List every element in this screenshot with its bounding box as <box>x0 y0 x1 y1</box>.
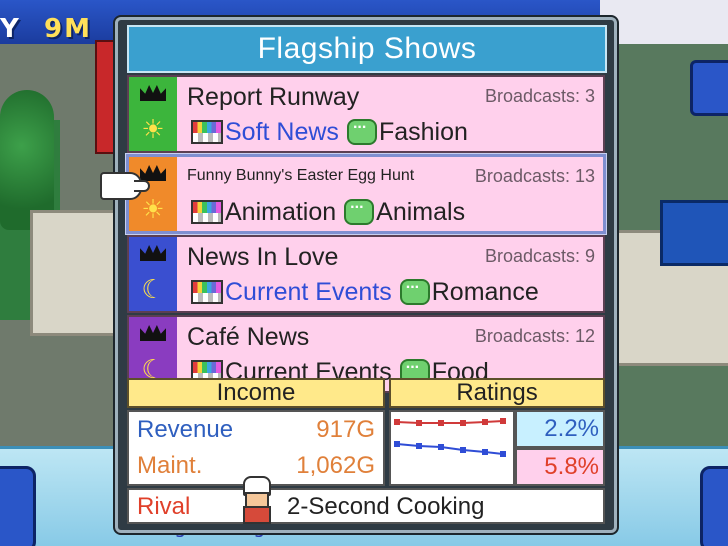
dialog-title: Flagship Shows <box>127 25 607 73</box>
show-genres: Soft News Fashion <box>191 115 468 147</box>
show-row[interactable]: ☾ News In Love Broadcasts: 9 Current Events… <box>127 235 605 313</box>
tv-test-pattern-icon <box>191 280 223 304</box>
show-name: Funny Bunny's Easter Egg Hunt <box>187 167 415 184</box>
ratings-sparkline <box>394 418 506 457</box>
speech-bubble-icon <box>346 115 377 145</box>
ratings-header: Ratings <box>389 378 605 408</box>
broadcast-count: Broadcasts: 13 <box>474 166 595 186</box>
rating-point <box>460 447 466 453</box>
hud-year: Y <box>0 14 21 44</box>
summary-panel: Income Ratings Revenue 917G Maint. 1,062… <box>127 378 605 524</box>
ratings-graph <box>389 410 515 486</box>
rating-point <box>416 420 422 426</box>
maintenance-label: Maint. <box>137 452 203 479</box>
rating-value-2: 5.8% <box>515 448 605 486</box>
genre-primary: Animation <box>225 197 337 226</box>
rating-point <box>438 444 444 450</box>
genre-secondary: Animals <box>376 197 466 226</box>
broadcast-count: Broadcasts: 12 <box>474 326 595 346</box>
rival-label: Rival <box>137 493 191 520</box>
show-row[interactable]: ☀ Report Runway Broadcasts: 3 Soft News Fash… <box>127 75 605 153</box>
show-list: ☀ Report Runway Broadcasts: 3 Soft News Fash… <box>126 75 606 395</box>
rival-show-name: 2-Second Cooking <box>287 493 485 520</box>
show-rank-icon: ☾ <box>129 237 177 311</box>
rating-point <box>482 419 488 425</box>
side-menu-button[interactable] <box>690 60 728 116</box>
broadcast-count: Broadcasts: 9 <box>484 246 595 266</box>
hud-right-strip <box>600 0 728 44</box>
crown-icon <box>140 85 166 101</box>
genre-primary: Soft News <box>225 117 339 146</box>
genre-secondary: Fashion <box>378 117 468 146</box>
tv-test-pattern-icon <box>191 120 223 144</box>
maintenance-value: 1,062G <box>296 452 375 479</box>
speech-bubble-icon <box>344 195 375 225</box>
sun-icon: ☀ <box>141 195 165 225</box>
tv-test-pattern-icon <box>191 200 223 224</box>
chef-avatar <box>239 476 271 524</box>
income-box: Revenue 917G Maint. 1,062G <box>127 410 385 486</box>
genre-secondary: Romance <box>431 277 539 306</box>
income-header: Income <box>127 378 385 408</box>
flagship-shows-dialog: Flagship Shows ☀ Report Runway Broadcasts:… <box>115 17 617 533</box>
blue-vehicle <box>660 200 728 266</box>
rating-value-1: 2.2% <box>515 410 605 448</box>
pointer-hand-icon <box>100 172 150 200</box>
rating-point <box>394 441 400 447</box>
rating-point <box>500 451 506 457</box>
left-nav-button[interactable] <box>0 466 36 546</box>
crown-icon <box>140 165 166 181</box>
rating-point <box>460 420 466 426</box>
rating-point <box>500 418 506 424</box>
rating-point <box>482 449 488 455</box>
crown-icon <box>140 325 166 341</box>
revenue-label: Revenue <box>137 416 234 443</box>
crown-icon <box>140 245 166 261</box>
sun-rising-icon: ☀ <box>141 115 165 145</box>
show-name: Report Runway <box>187 83 360 111</box>
show-row[interactable]: ☀ Funny Bunny's Easter Egg Hunt Broadcasts… <box>126 154 606 234</box>
hud-month: 9M <box>44 14 92 44</box>
show-genres: Current Events Romance <box>191 275 539 307</box>
show-name: Café News <box>187 323 310 351</box>
genre-primary: Current Events <box>225 277 392 306</box>
revenue-value: 917G <box>316 416 375 443</box>
right-nav-button[interactable] <box>700 466 728 546</box>
rating-point <box>416 443 422 449</box>
show-genres: Animation Animals <box>191 195 466 227</box>
rating-point <box>438 420 444 426</box>
show-name: News In Love <box>187 243 339 271</box>
moon-icon: ☾ <box>141 275 165 305</box>
show-rank-icon: ☀ <box>129 77 177 151</box>
tree <box>0 90 54 230</box>
rating-point <box>394 419 400 425</box>
rival-row[interactable]: Rival 2-Second Cooking <box>127 476 605 524</box>
broadcast-count: Broadcasts: 3 <box>484 86 595 106</box>
speech-bubble-icon <box>399 275 430 305</box>
